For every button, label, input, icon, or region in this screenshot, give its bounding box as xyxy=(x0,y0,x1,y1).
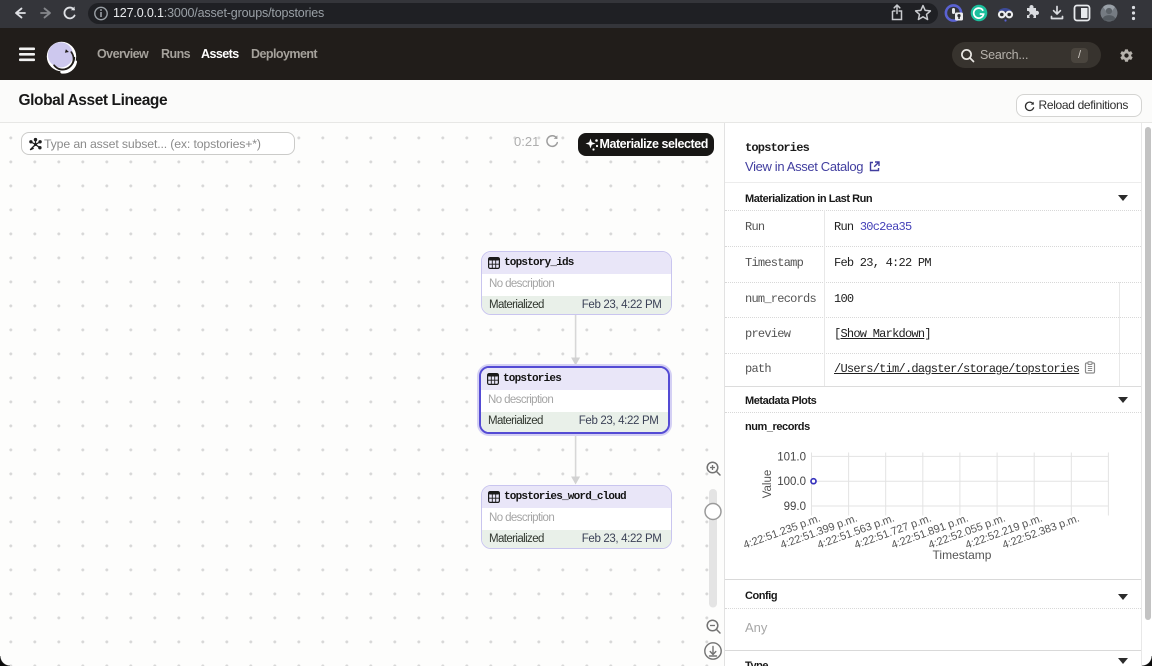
svg-text:Timestamp: Timestamp xyxy=(933,548,992,562)
svg-text:Value: Value xyxy=(762,470,774,499)
svg-text:99.0: 99.0 xyxy=(784,501,806,513)
svg-text:100.0: 100.0 xyxy=(777,476,806,488)
svg-text:101.0: 101.0 xyxy=(777,451,806,463)
